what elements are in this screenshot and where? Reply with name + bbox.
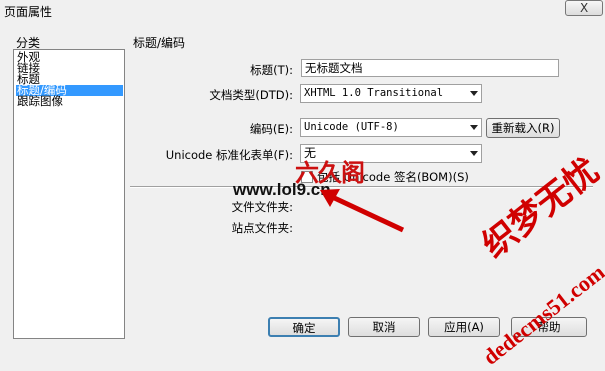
watermark-brand: 织梦无忧	[474, 150, 605, 266]
annotation-arrow-icon	[320, 189, 405, 233]
close-icon: X	[580, 1, 589, 15]
apply-button[interactable]: 应用(A)	[428, 317, 500, 337]
title-label: 标题(T):	[250, 63, 293, 77]
close-button[interactable]: X	[565, 0, 603, 16]
doctype-label: 文档类型(DTD):	[209, 88, 293, 102]
watermark-url: www.lol9.cn	[233, 180, 331, 199]
reload-button[interactable]: 重新载入(R)	[486, 118, 560, 138]
chevron-down-icon	[470, 125, 478, 130]
cancel-button[interactable]: 取消	[348, 317, 420, 337]
normalization-label: Unicode 标准化表单(F):	[165, 148, 293, 162]
chevron-down-icon	[470, 151, 478, 156]
window-title: 页面属性	[4, 5, 53, 19]
doctype-select[interactable]: XHTML 1.0 Transitional	[300, 84, 482, 103]
encoding-label: 编码(E):	[249, 122, 293, 136]
site-folder-label: 站点文件夹:	[231, 221, 293, 235]
encoding-select[interactable]: Unicode (UTF-8)	[300, 118, 482, 137]
title-bar	[0, 0, 605, 20]
chevron-down-icon	[470, 91, 478, 96]
category-list[interactable]: 外观 链接 标题 标题/编码 跟踪图像	[13, 49, 125, 339]
section-title: 标题/编码	[133, 36, 186, 50]
watermark-site: dedecms51.com	[478, 259, 605, 370]
title-input[interactable]: 无标题文档	[301, 59, 559, 77]
ok-button[interactable]: 确定	[268, 317, 340, 337]
document-folder-label: 文件文件夹:	[231, 200, 293, 214]
doctype-value: XHTML 1.0 Transitional	[304, 87, 444, 99]
encoding-value: Unicode (UTF-8)	[304, 121, 399, 133]
category-item-tracing-image[interactable]: 跟踪图像	[16, 95, 123, 107]
